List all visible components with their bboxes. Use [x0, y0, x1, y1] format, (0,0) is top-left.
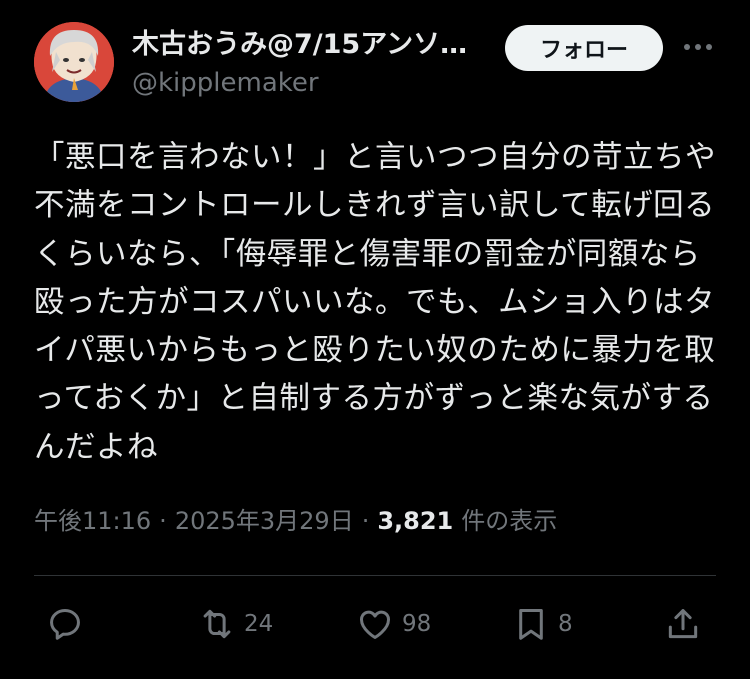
bookmark-icon: [519, 609, 543, 640]
handle[interactable]: @kipplemaker: [132, 66, 319, 100]
follow-button[interactable]: フォロー: [505, 25, 663, 71]
avatar[interactable]: [34, 22, 114, 102]
tweet-card: 木古おうみ@7/15アンソ… @kipplemaker フォロー 「悪口を言わな…: [0, 0, 750, 679]
like-count: 98: [402, 611, 432, 637]
share-button[interactable]: [664, 604, 710, 644]
dot: [684, 44, 690, 50]
reply-button[interactable]: [46, 604, 92, 644]
more-options-icon[interactable]: [680, 32, 716, 62]
tweet-time[interactable]: 午後11:16: [34, 503, 151, 539]
retweet-count: 24: [244, 611, 274, 637]
bookmark-count: 8: [558, 611, 573, 637]
views-count[interactable]: 3,821: [377, 503, 453, 539]
bookmark-button[interactable]: 8: [512, 604, 573, 644]
tweet-date[interactable]: 2025年3月29日: [175, 503, 354, 539]
meta-separator: ·: [361, 507, 370, 535]
tweet-meta: 午後11:16 · 2025年3月29日 · 3,821 件の表示: [34, 503, 557, 539]
like-button[interactable]: 98: [356, 604, 431, 644]
share-icon: [668, 609, 698, 639]
views-label: 件の表示: [461, 507, 558, 535]
retweet-button[interactable]: 24: [198, 604, 273, 644]
heart-icon: [360, 610, 390, 639]
dot: [695, 44, 701, 50]
tweet-text: 「悪口を言わない！」と言いつつ自分の苛立ちや不満をコントロールしきれず言い訳して…: [34, 140, 716, 465]
meta-separator: ·: [159, 507, 167, 535]
avatar-image: [34, 22, 114, 102]
divider: [34, 575, 716, 576]
dot: [706, 44, 712, 50]
display-name[interactable]: 木古おうみ@7/15アンソ…: [132, 27, 477, 63]
retweet-icon: [203, 609, 231, 639]
reply-icon: [50, 609, 80, 640]
